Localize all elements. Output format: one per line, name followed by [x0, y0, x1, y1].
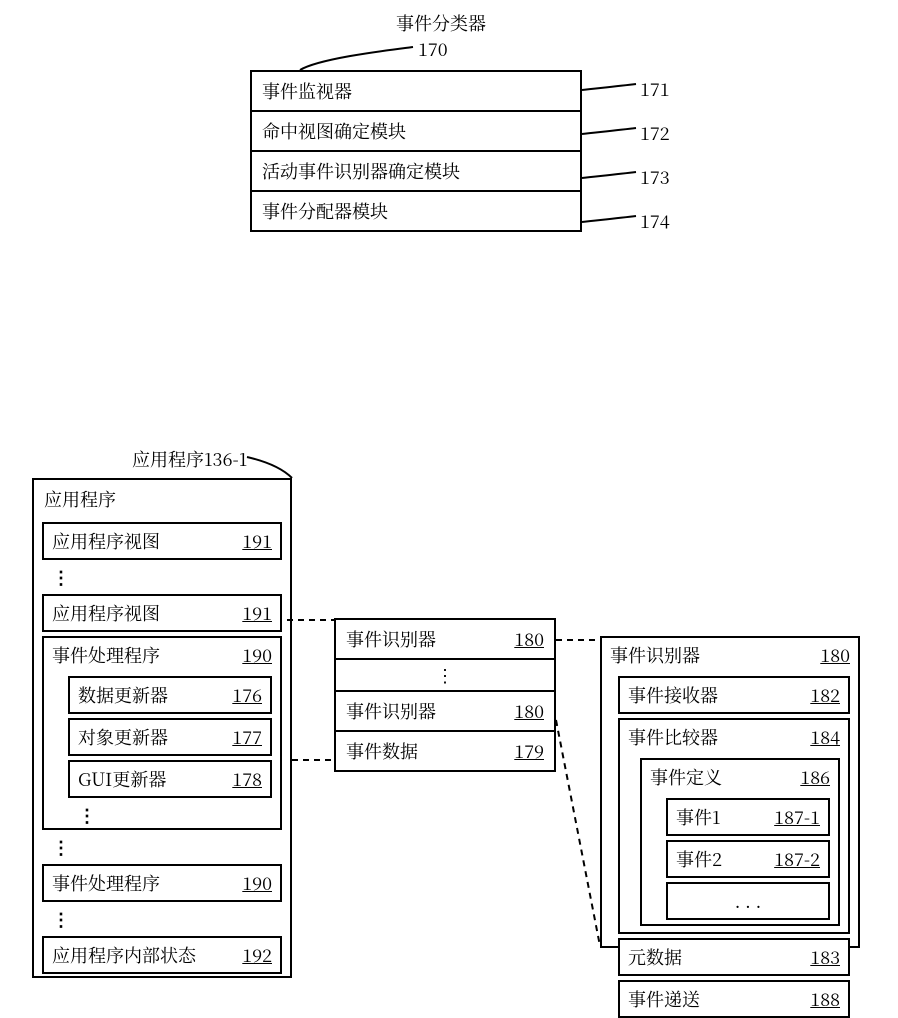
event-delivery: 事件递送 188 [618, 980, 850, 1018]
app-view-1-ref: 191 [230, 528, 272, 554]
event-receiver-label: 事件接收器 [628, 682, 718, 708]
classifier-ref: 170 [418, 36, 448, 62]
internal-state-label: 应用程序内部状态 [52, 942, 196, 968]
classifier-row-2: 活动事件识别器确定模块 [250, 152, 582, 192]
metadata-ref: 183 [798, 944, 840, 970]
classifier-title: 事件分类器 [396, 10, 486, 36]
application-title-ref: 136-1 [204, 446, 247, 472]
event-data-ref: 179 [502, 738, 544, 764]
classifier-row-3-ref: 174 [640, 208, 670, 234]
recognizer-row-2-label: 事件识别器 [346, 698, 436, 724]
object-updater-label: 对象更新器 [78, 724, 168, 750]
ellipsis-v-2: ⋮ [44, 802, 280, 828]
event-definition-label: 事件定义 [650, 764, 722, 790]
event-handler-header: 事件处理程序 190 [44, 638, 280, 672]
event-definition-header: 事件定义 186 [642, 760, 838, 794]
classifier-row-2-ref: 173 [640, 164, 670, 190]
app-view-2-label: 应用程序视图 [52, 600, 160, 626]
event-handler-2-ref: 190 [230, 870, 272, 896]
event-definition-ref: 186 [788, 764, 830, 790]
data-updater: 数据更新器 176 [68, 676, 272, 714]
recognizer-row-2-ref: 180 [502, 698, 544, 724]
event-data-row: 事件数据 179 [334, 732, 556, 772]
event-handler-2-label: 事件处理程序 [52, 870, 160, 896]
recognizer-detail-header: 事件识别器 180 [602, 638, 858, 672]
recognizer-ellipsis: ⋮ [334, 660, 556, 692]
application-box: 应用程序 应用程序视图 191 ⋮ 应用程序视图 191 事件处理程序 190 … [32, 478, 292, 978]
event-1: 事件1 187-1 [666, 798, 830, 836]
event-handler-label: 事件处理程序 [52, 642, 160, 668]
recognizer-detail-header-ref: 180 [808, 642, 850, 668]
gui-updater-label: GUI更新器 [78, 766, 166, 792]
application-title: 应用程序136-1 [132, 446, 247, 472]
event-handler-group: 事件处理程序 190 数据更新器 176 对象更新器 177 GUI更新器 17… [42, 636, 282, 830]
event-comparator-label: 事件比较器 [628, 724, 718, 750]
metadata-label: 元数据 [628, 944, 682, 970]
ellipsis-v-1: ⋮ [34, 564, 290, 590]
classifier-box: 事件监视器 命中视图确定模块 活动事件识别器确定模块 事件分配器模块 [250, 70, 582, 232]
app-view-2: 应用程序视图 191 [42, 594, 282, 632]
classifier-row-1-label: 命中视图确定模块 [262, 118, 406, 144]
object-updater-ref: 177 [220, 724, 262, 750]
recognizer-detail: 事件识别器 180 事件接收器 182 事件比较器 184 事件定义 186 事… [600, 636, 860, 948]
internal-state-ref: 192 [230, 942, 272, 968]
event-1-ref: 187-1 [762, 804, 820, 830]
classifier-row-1-ref: 172 [640, 120, 670, 146]
object-updater: 对象更新器 177 [68, 718, 272, 756]
recognizer-detail-header-label: 事件识别器 [610, 642, 700, 668]
gui-updater-ref: 178 [220, 766, 262, 792]
event-receiver-ref: 182 [798, 682, 840, 708]
data-updater-ref: 176 [220, 682, 262, 708]
recognizer-list: 事件识别器 180 ⋮ 事件识别器 180 事件数据 179 [334, 618, 556, 772]
classifier-row-3-label: 事件分配器模块 [262, 198, 388, 224]
classifier-row-0-label: 事件监视器 [262, 78, 352, 104]
internal-state: 应用程序内部状态 192 [42, 936, 282, 974]
event-delivery-label: 事件递送 [628, 986, 700, 1012]
gui-updater: GUI更新器 178 [68, 760, 272, 798]
event-definition-group: 事件定义 186 事件1 187-1 事件2 187-2 . . . [640, 758, 840, 926]
classifier-row-0-ref: 171 [640, 76, 670, 102]
classifier-row-0: 事件监视器 [250, 70, 582, 112]
event-data-label: 事件数据 [346, 738, 418, 764]
recognizer-row-1-label: 事件识别器 [346, 626, 436, 652]
event-comparator-group: 事件比较器 184 事件定义 186 事件1 187-1 事件2 187-2 .… [618, 718, 850, 934]
data-updater-label: 数据更新器 [78, 682, 168, 708]
event-comparator-ref: 184 [798, 724, 840, 750]
event-ellipsis: . . . [666, 882, 830, 920]
recognizer-row-2: 事件识别器 180 [334, 692, 556, 732]
event-2-label: 事件2 [676, 846, 722, 872]
event-handler-ref: 190 [230, 642, 272, 668]
event-comparator-header: 事件比较器 184 [620, 720, 848, 754]
event-receiver: 事件接收器 182 [618, 676, 850, 714]
classifier-row-3: 事件分配器模块 [250, 192, 582, 232]
classifier-row-1: 命中视图确定模块 [250, 112, 582, 152]
application-header: 应用程序 [34, 480, 290, 518]
app-view-2-ref: 191 [230, 600, 272, 626]
recognizer-row-1-ref: 180 [502, 626, 544, 652]
metadata: 元数据 183 [618, 938, 850, 976]
event-2: 事件2 187-2 [666, 840, 830, 878]
app-view-1: 应用程序视图 191 [42, 522, 282, 560]
event-handler-2: 事件处理程序 190 [42, 864, 282, 902]
application-title-text: 应用程序 [132, 446, 204, 472]
ellipsis-v-4: ⋮ [34, 906, 290, 932]
event-delivery-ref: 188 [798, 986, 840, 1012]
ellipsis-v-3: ⋮ [34, 834, 290, 860]
event-2-ref: 187-2 [762, 846, 820, 872]
classifier-row-2-label: 活动事件识别器确定模块 [262, 158, 460, 184]
recognizer-row-1: 事件识别器 180 [334, 618, 556, 660]
event-1-label: 事件1 [676, 804, 720, 830]
app-view-1-label: 应用程序视图 [52, 528, 160, 554]
